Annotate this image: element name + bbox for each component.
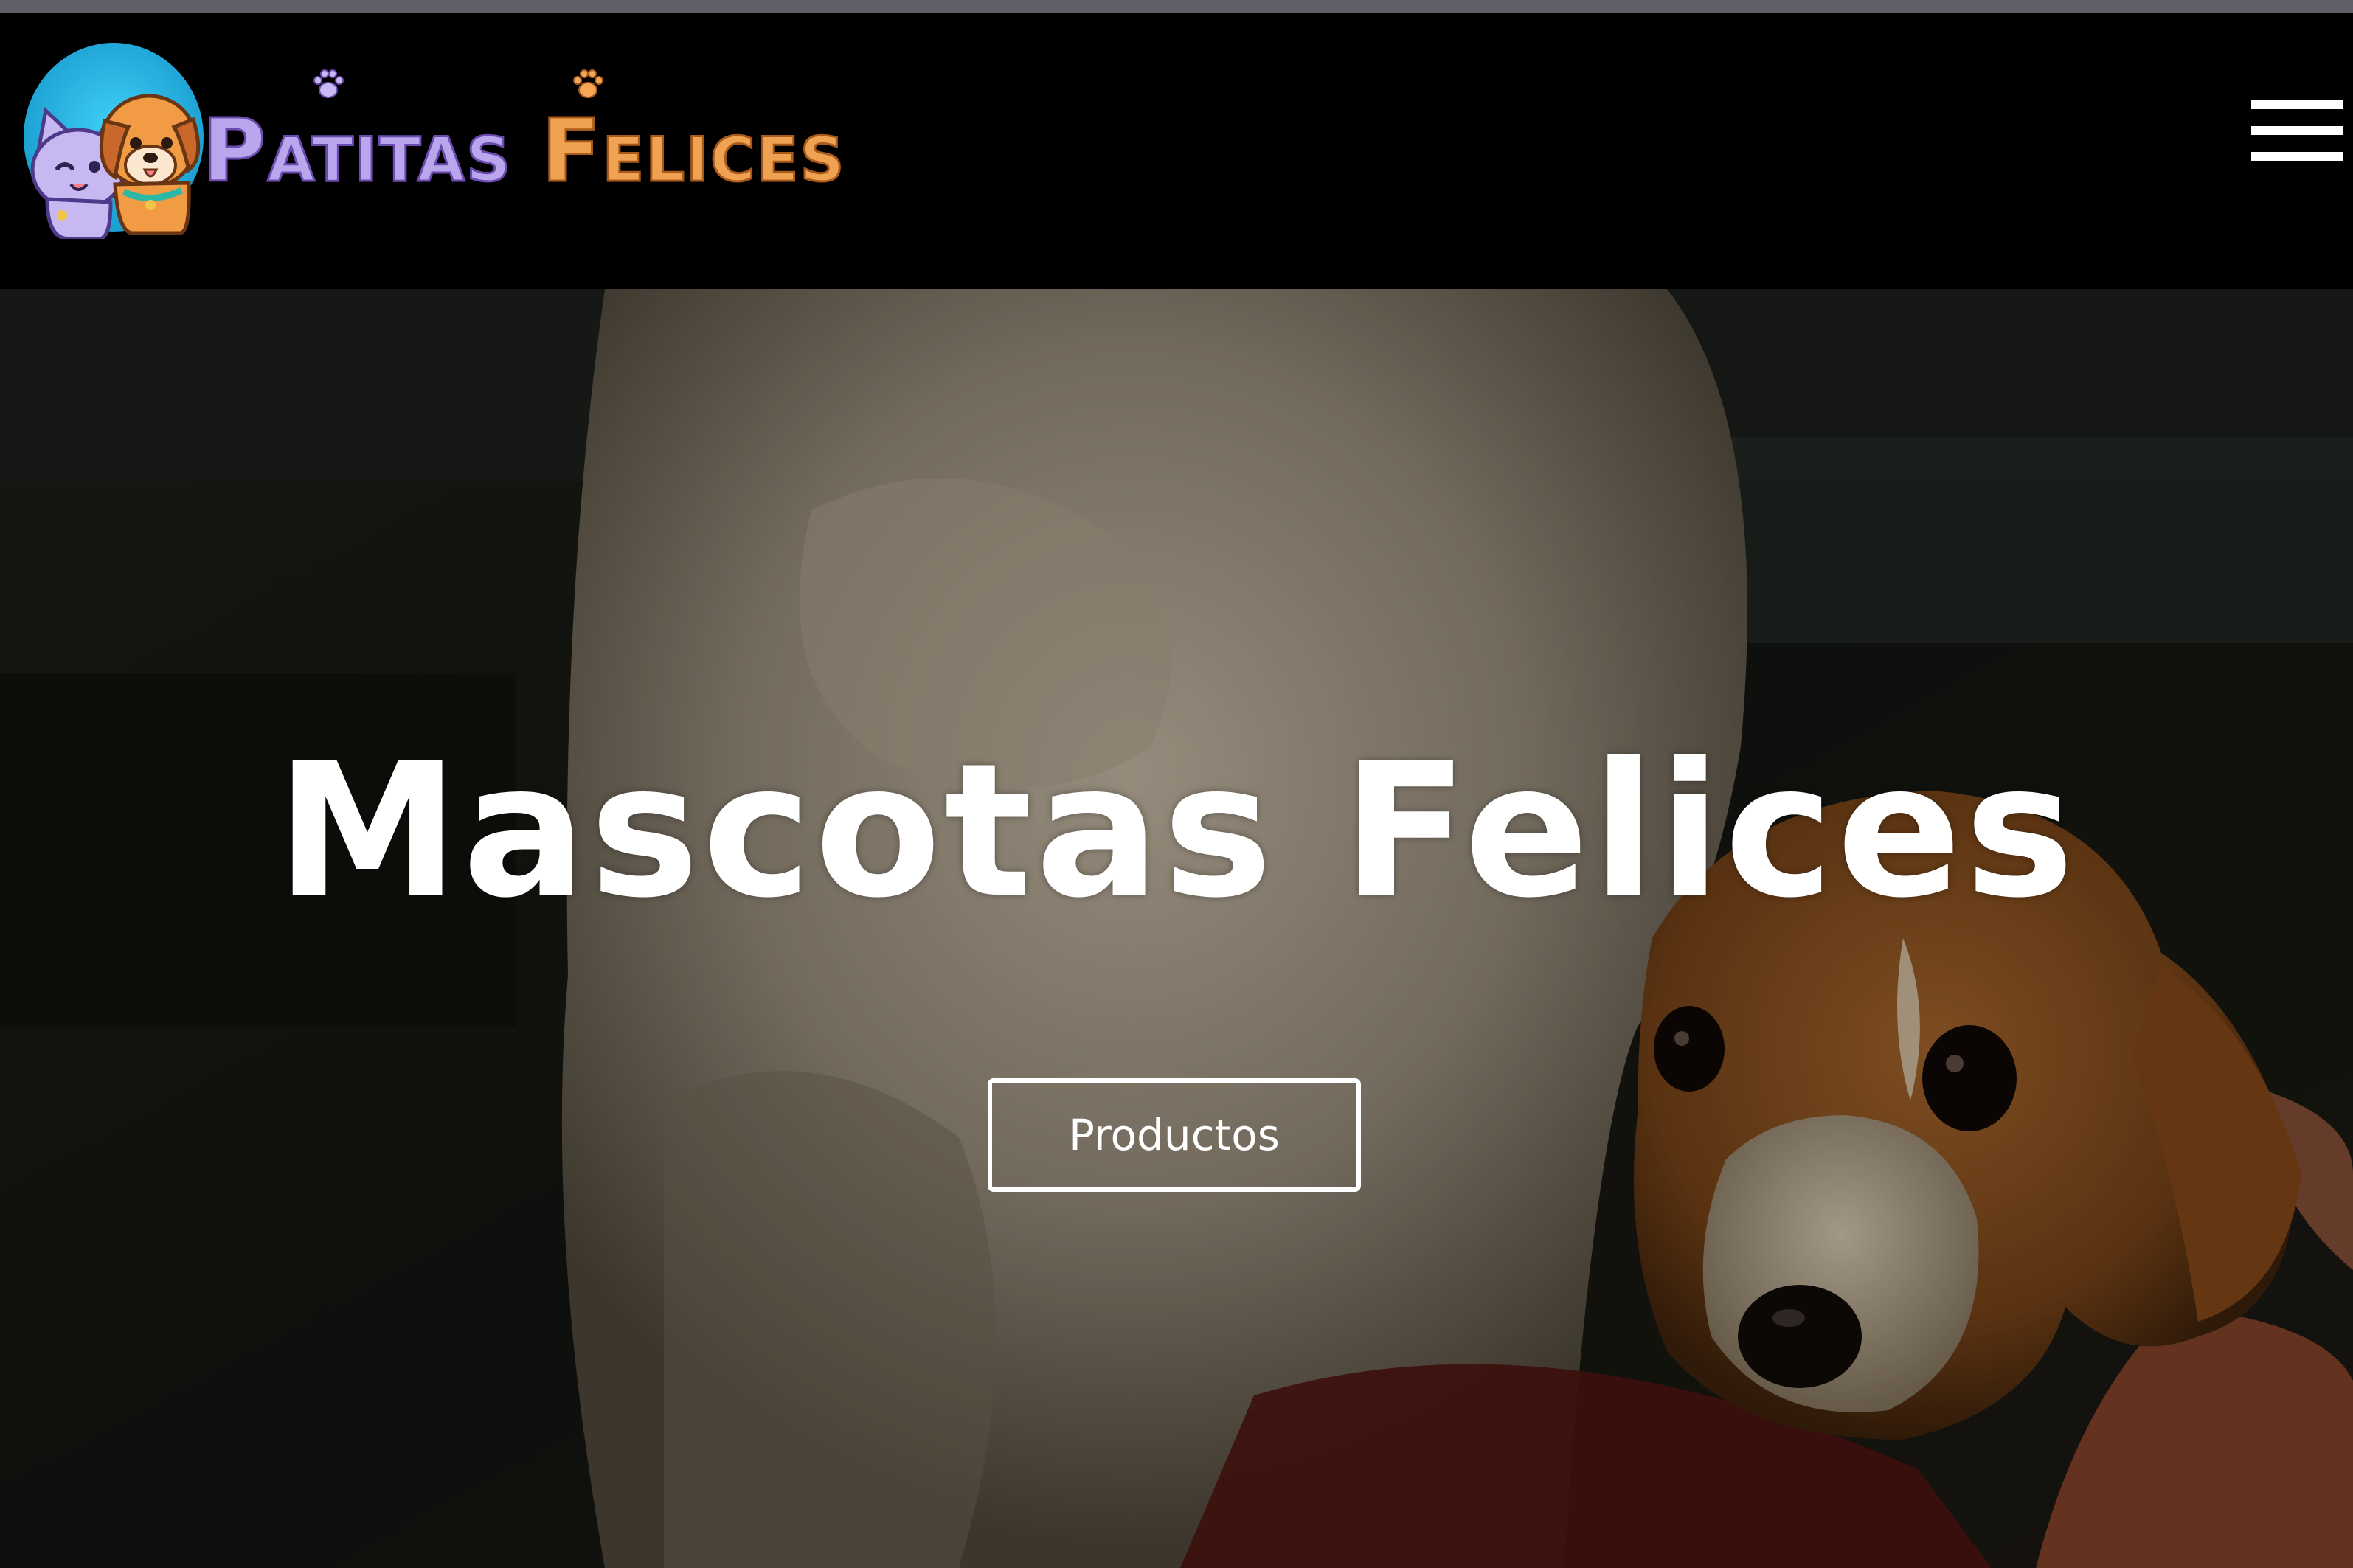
site-logo[interactable]: Patitas Felices [18, 32, 845, 246]
paw-icon [569, 66, 606, 103]
browser-top-strip [0, 0, 2353, 13]
logo-word-felices: Felices [540, 100, 846, 201]
menu-bar [2251, 100, 2343, 109]
hamburger-menu-icon[interactable] [2251, 100, 2343, 161]
productos-button[interactable]: Productos [988, 1078, 1361, 1192]
hero-title: Mascotas Felices [275, 724, 2078, 938]
logo-word-patitas: Patitas [201, 100, 512, 201]
hero-section: Mascotas Felices Productos [0, 289, 2353, 1568]
cat-and-dog-icon [18, 40, 209, 239]
menu-bar [2251, 126, 2343, 135]
site-header: Patitas Felices [0, 13, 2353, 289]
logo-wordmark: Patitas Felices [201, 66, 846, 213]
menu-bar [2251, 152, 2343, 161]
paw-icon [310, 66, 347, 103]
